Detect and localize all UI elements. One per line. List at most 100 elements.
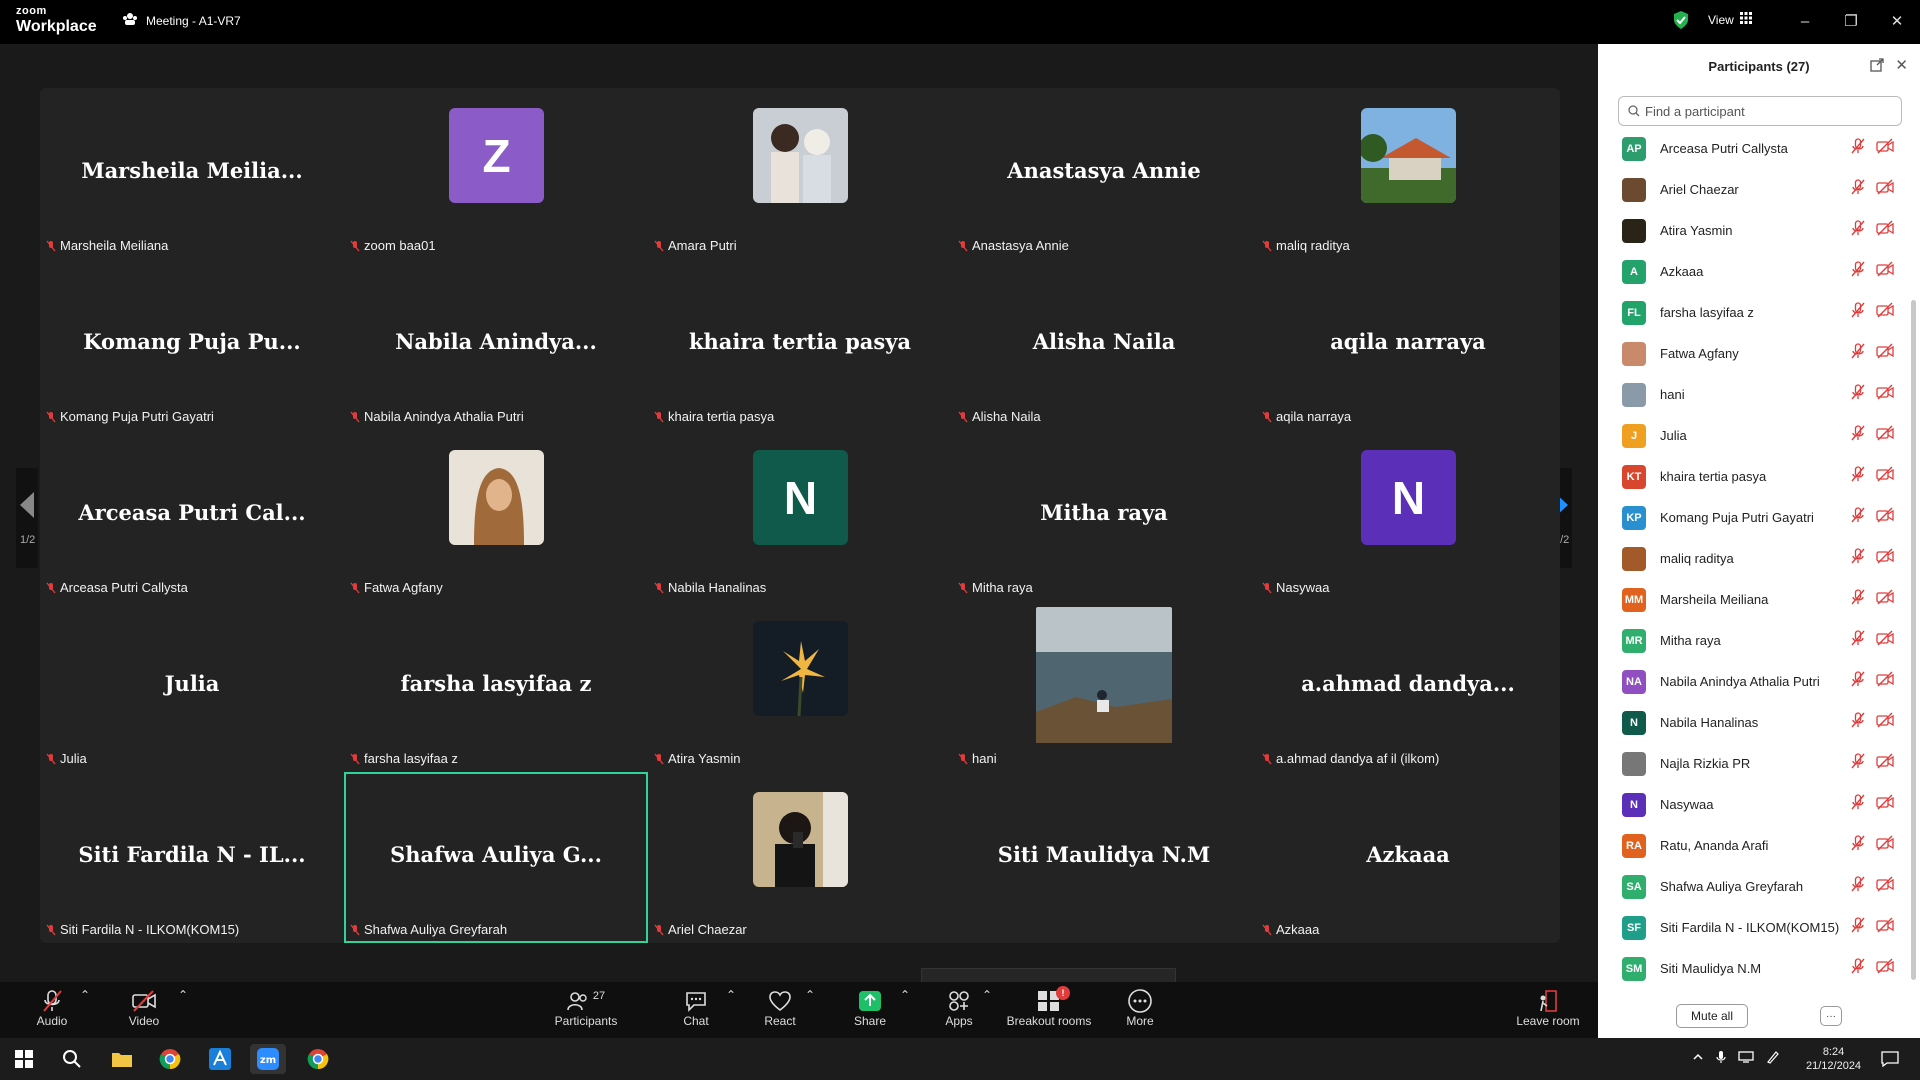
video-tile[interactable]: Marsheila Meilia... Marsheila Meiliana (40, 88, 344, 259)
participant-name: maliq raditya (1660, 551, 1734, 566)
participant-row[interactable]: Ariel Chaezar (1598, 169, 1910, 210)
video-tile[interactable]: Julia Julia (40, 601, 344, 772)
video-off-icon (1876, 917, 1894, 938)
participant-row[interactable]: Atira Yasmin (1598, 210, 1910, 251)
share-options-caret[interactable]: ⌃ (900, 988, 910, 1002)
video-tile[interactable]: Siti Maulidya N.M (952, 772, 1256, 943)
audio-button[interactable]: Audio (30, 988, 74, 1028)
video-tile[interactable]: Mitha raya Mitha raya (952, 430, 1256, 601)
popout-icon[interactable] (1870, 58, 1884, 75)
microphone-icon[interactable] (1716, 1050, 1726, 1069)
participant-row[interactable]: hani (1598, 374, 1910, 415)
chat-options-caret[interactable]: ⌃ (726, 988, 736, 1002)
minimize-button[interactable]: – (1790, 8, 1820, 34)
video-tile[interactable]: hani (952, 601, 1256, 772)
video-tile[interactable]: farsha lasyifaa z farsha lasyifaa z (344, 601, 648, 772)
react-button[interactable]: React (762, 988, 798, 1028)
security-shield-icon[interactable] (1672, 10, 1690, 35)
participant-row[interactable]: SM Siti Maulidya N.M (1598, 948, 1910, 989)
participant-row[interactable]: A Azkaaa (1598, 251, 1910, 292)
notifications-icon[interactable] (1872, 1044, 1908, 1074)
participant-name: Siti Maulidya N.M (1660, 961, 1762, 976)
apps-button[interactable]: Apps (942, 988, 976, 1028)
video-tile[interactable]: N Nasywaa (1256, 430, 1560, 601)
close-window-button[interactable]: ✕ (1882, 8, 1912, 34)
close-panel-icon[interactable]: ✕ (1895, 56, 1908, 74)
participant-row[interactable]: N Nabila Hanalinas (1598, 702, 1910, 743)
tile-display-name: Alisha Naila (1032, 329, 1176, 354)
video-tile[interactable]: Azkaaa Azkaaa (1256, 772, 1560, 943)
video-tile[interactable]: khaira tertia pasya khaira tertia pasya (648, 259, 952, 430)
share-button[interactable]: Share (852, 988, 888, 1028)
participant-row[interactable]: SF Siti Fardila N - ILKOM(KOM15) (1598, 907, 1910, 948)
video-tile[interactable]: N Nabila Hanalinas (648, 430, 952, 601)
windows-start-icon[interactable] (6, 1044, 42, 1074)
video-tile[interactable]: Arceasa Putri Cal... Arceasa Putri Cally… (40, 430, 344, 601)
video-off-icon (1876, 794, 1894, 815)
video-tile[interactable]: Anastasya Annie Anastasya Annie (952, 88, 1256, 259)
view-button[interactable]: View (1708, 12, 1752, 27)
chrome-profile-icon[interactable] (300, 1044, 336, 1074)
participant-row[interactable]: Fatwa Agfany (1598, 333, 1910, 374)
chrome-icon[interactable] (152, 1044, 188, 1074)
active-speaker-tile[interactable]: Shafwa Auliya G... Shafwa Auliya Greyfar… (344, 772, 648, 943)
video-tile[interactable]: aqila narraya aqila narraya (1256, 259, 1560, 430)
participant-row[interactable]: maliq raditya (1598, 538, 1910, 579)
participant-row[interactable]: Najla Rizkia PR (1598, 743, 1910, 784)
zoom-taskbar-icon[interactable]: zm (250, 1044, 286, 1074)
participant-row[interactable]: MR Mitha raya (1598, 620, 1910, 661)
video-tile[interactable]: Amara Putri (648, 88, 952, 259)
video-tile[interactable]: Z zoom baa01 (344, 88, 648, 259)
network-icon[interactable] (1738, 1050, 1754, 1069)
search-icon[interactable] (54, 1044, 90, 1074)
video-options-caret[interactable]: ⌃ (178, 988, 188, 1002)
leave-room-button[interactable]: Leave room (1516, 988, 1580, 1028)
video-tile[interactable]: Nabila Anindya... Nabila Anindya Athalia… (344, 259, 648, 430)
participant-row[interactable]: MM Marsheila Meiliana (1598, 579, 1910, 620)
chat-button[interactable]: Chat (680, 988, 712, 1028)
apps-options-caret[interactable]: ⌃ (982, 988, 992, 1002)
participant-row[interactable]: FL farsha lasyifaa z (1598, 292, 1910, 333)
azure-app-icon[interactable] (202, 1044, 238, 1074)
video-tile[interactable]: Alisha Naila Alisha Naila (952, 259, 1256, 430)
breakout-rooms-button[interactable]: ! Breakout rooms (1004, 986, 1094, 1028)
video-tile[interactable]: a.ahmad dandya... a.ahmad dandya af il (… (1256, 601, 1560, 772)
participant-row[interactable]: AP Arceasa Putri Callysta (1598, 128, 1910, 169)
mic-muted-icon (1262, 240, 1272, 252)
title-bar: zoom Workplace Meeting - A1-VR7 View – ❐… (0, 0, 1920, 44)
pen-icon[interactable] (1766, 1050, 1780, 1069)
panel-more-button[interactable]: ··· (1820, 1006, 1842, 1026)
video-tile[interactable]: Siti Fardila N - IL... Siti Fardila N - … (40, 772, 344, 943)
audio-options-caret[interactable]: ⌃ (80, 988, 90, 1002)
participant-search-input[interactable]: Find a participant (1618, 96, 1902, 126)
video-tile[interactable]: Komang Puja Pu... Komang Puja Putri Gaya… (40, 259, 344, 430)
restore-button[interactable]: ❐ (1836, 8, 1866, 34)
video-tile[interactable]: Atira Yasmin (648, 601, 952, 772)
participant-row[interactable]: RA Ratu, Ananda Arafi (1598, 825, 1910, 866)
more-button[interactable]: More (1122, 988, 1158, 1028)
participant-row[interactable]: KT khaira tertia pasya (1598, 456, 1910, 497)
video-tile[interactable]: maliq raditya (1256, 88, 1560, 259)
participant-row[interactable]: J Julia (1598, 415, 1910, 456)
participants-button[interactable]: 27 Participants (552, 988, 620, 1028)
participant-row[interactable]: N Nasywaa (1598, 784, 1910, 825)
participant-row[interactable]: KP Komang Puja Putri Gayatri (1598, 497, 1910, 538)
tile-display-name: a.ahmad dandya... (1301, 671, 1515, 696)
file-explorer-icon[interactable] (104, 1044, 140, 1074)
taskbar-clock[interactable]: 8:24 21/12/2024 (1806, 1045, 1861, 1073)
participant-row[interactable]: NA Nabila Anindya Athalia Putri (1598, 661, 1910, 702)
meeting-info[interactable]: Meeting - A1-VR7 (122, 12, 241, 29)
mute-all-button[interactable]: Mute all (1676, 1004, 1748, 1028)
participant-list-scrollbar[interactable] (1911, 300, 1916, 980)
react-options-caret[interactable]: ⌃ (805, 988, 815, 1002)
mic-muted-icon (958, 411, 968, 423)
video-tile[interactable]: Fatwa Agfany (344, 430, 648, 601)
mic-muted-icon (1850, 794, 1866, 815)
prev-page-button[interactable]: 1/2 (16, 468, 38, 568)
tray-chevron-up-icon[interactable] (1692, 1050, 1704, 1069)
video-tile[interactable]: Ariel Chaezar (648, 772, 952, 943)
tile-display-name: Marsheila Meilia... (81, 158, 303, 183)
video-button[interactable]: Video (122, 988, 166, 1028)
breakout-rooms-icon: ! (1004, 986, 1094, 1014)
participant-row[interactable]: SA Shafwa Auliya Greyfarah (1598, 866, 1910, 907)
